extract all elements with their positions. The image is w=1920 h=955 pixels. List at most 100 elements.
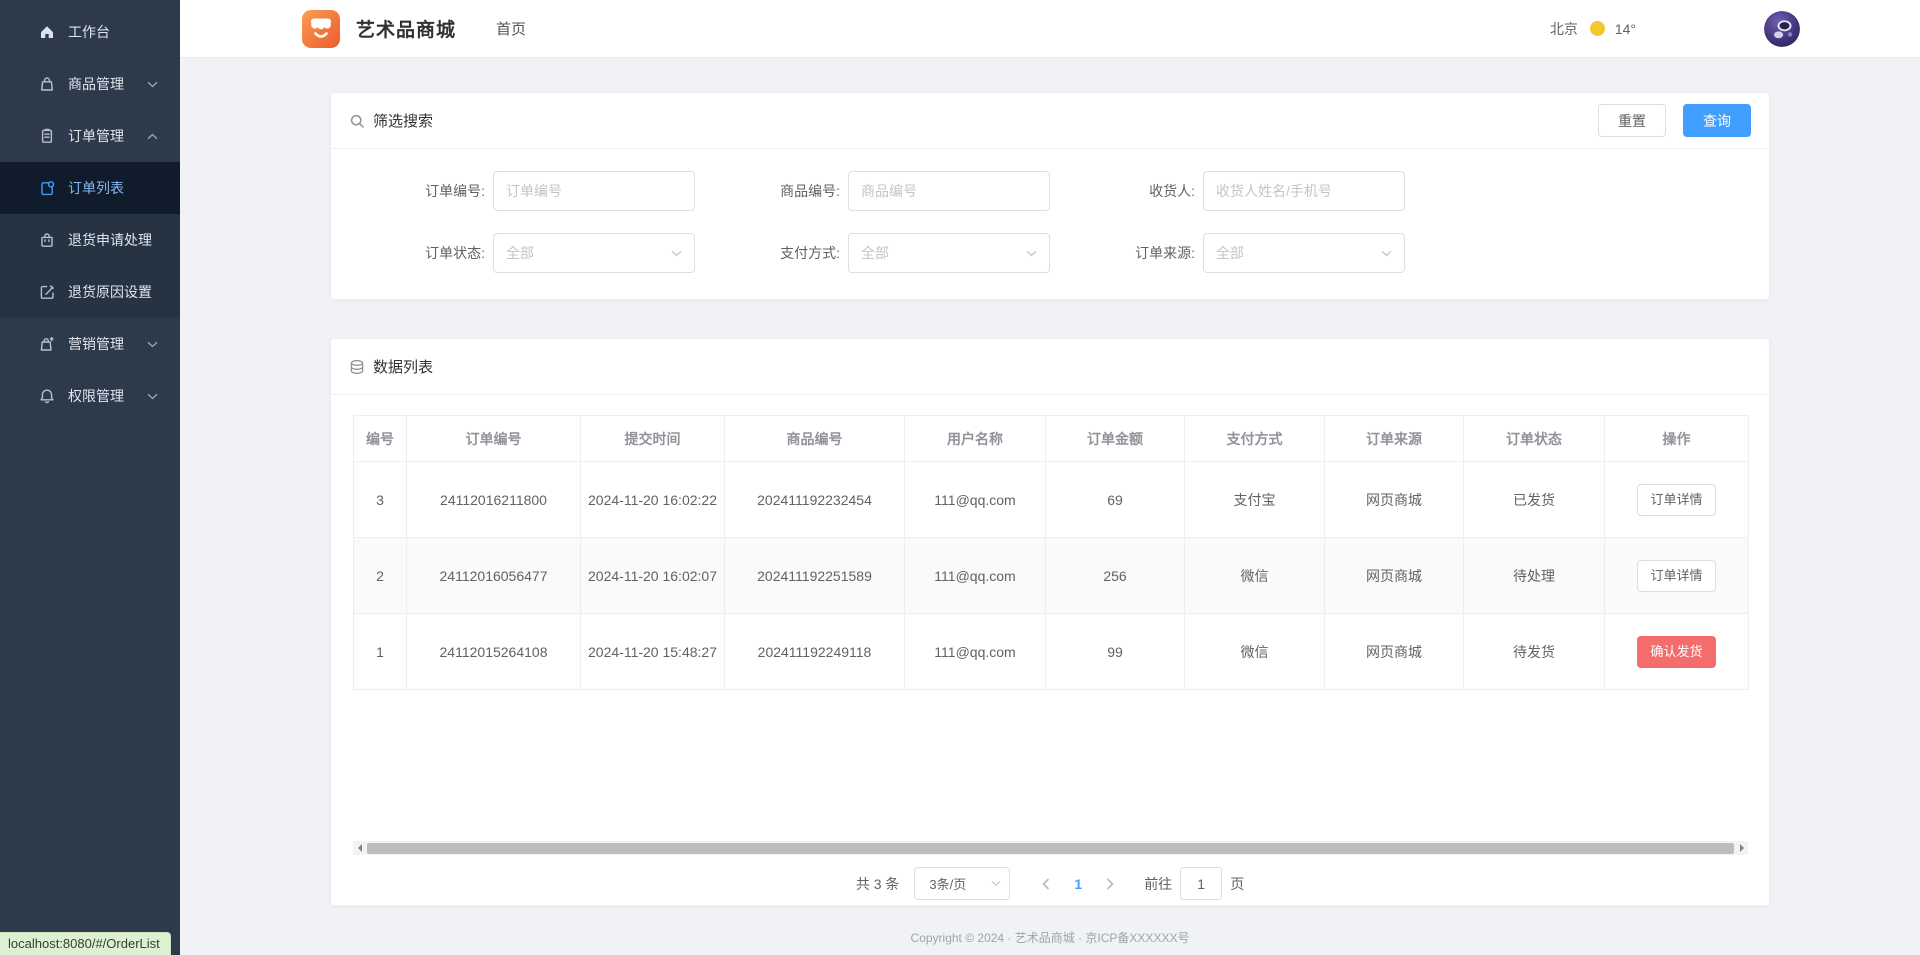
chevron-down-icon xyxy=(147,393,158,400)
cell-user: 111@qq.com xyxy=(904,613,1046,690)
cell-action: 订单详情 xyxy=(1604,537,1749,614)
parcel-bag-icon xyxy=(38,231,56,249)
cell-id: 1 xyxy=(353,613,407,690)
chevron-down-icon xyxy=(671,250,682,257)
order-no-input[interactable] xyxy=(493,171,695,211)
table-zone: 编号 订单编号 提交时间 商品编号 用户名称 订单金额 支付方式 订单来源 订单… xyxy=(353,415,1749,855)
chevron-down-icon xyxy=(1381,250,1392,257)
table-header-row: 编号 订单编号 提交时间 商品编号 用户名称 订单金额 支付方式 订单来源 订单… xyxy=(353,415,1749,462)
current-page[interactable]: 1 xyxy=(1064,876,1092,892)
sidebar-item-order-mgmt[interactable]: 订单管理 xyxy=(0,110,180,162)
header-right: 北京 14° xyxy=(1550,10,1800,47)
select-value: 全部 xyxy=(1216,245,1244,261)
cell-pay: 支付宝 xyxy=(1184,461,1325,538)
scrollbar-left-arrow[interactable] xyxy=(353,841,366,855)
cell-id: 3 xyxy=(353,461,407,538)
app-window: 工作台 商品管理 订单管理 订单列表 退货申请处理 退货原因设置 营销管理 权限… xyxy=(0,0,1920,955)
field-label: 订单状态: xyxy=(425,245,485,261)
chevron-up-icon xyxy=(147,133,158,140)
chevron-down-icon xyxy=(1026,250,1037,257)
user-avatar[interactable] xyxy=(1764,10,1800,47)
horizontal-scrollbar[interactable] xyxy=(353,841,1748,855)
cell-order-no: 24112016211800 xyxy=(406,461,581,538)
filter-actions: 重置 查询 xyxy=(1598,104,1751,137)
sidebar-item-product-mgmt[interactable]: 商品管理 xyxy=(0,58,180,110)
col-header: 操作 xyxy=(1604,415,1749,462)
order-source-select[interactable]: 全部 xyxy=(1203,233,1405,273)
pay-method-select[interactable]: 全部 xyxy=(848,233,1050,273)
cell-status: 已发货 xyxy=(1463,461,1605,538)
select-value: 全部 xyxy=(506,245,534,261)
cell-source: 网页商城 xyxy=(1324,613,1464,690)
sidebar-item-marketing-mgmt[interactable]: 营销管理 xyxy=(0,318,180,370)
col-header: 订单编号 xyxy=(406,415,581,462)
table-row: 3 24112016211800 2024-11-20 16:02:22 202… xyxy=(353,461,1749,538)
order-status-select[interactable]: 全部 xyxy=(493,233,695,273)
cell-status: 待发货 xyxy=(1463,613,1605,690)
field-receiver: 收货人: xyxy=(1050,171,1405,211)
bag-upload-icon xyxy=(38,335,56,353)
sidebar-item-return-requests[interactable]: 退货申请处理 xyxy=(0,214,180,266)
reset-button[interactable]: 重置 xyxy=(1598,104,1666,137)
divider xyxy=(331,394,1769,395)
cell-amount: 256 xyxy=(1045,537,1185,614)
browser-status-bubble: localhost:8080/#/OrderList xyxy=(0,932,171,955)
sidebar-item-label: 退货原因设置 xyxy=(68,284,152,300)
sidebar-item-label: 退货申请处理 xyxy=(68,232,152,248)
col-header: 商品编号 xyxy=(724,415,905,462)
sidebar-item-permission-mgmt[interactable]: 权限管理 xyxy=(0,370,180,422)
field-order-source: 订单来源: 全部 xyxy=(1050,233,1405,273)
main-content: 筛选搜索 重置 查询 订单编号: 商品编号: xyxy=(180,58,1920,955)
cell-order-no: 24112016056477 xyxy=(406,537,581,614)
sidebar-item-workbench[interactable]: 工作台 xyxy=(0,6,180,58)
product-no-input[interactable] xyxy=(848,171,1050,211)
confirm-ship-button[interactable]: 确认发货 xyxy=(1637,635,1716,668)
data-card-header: 数据列表 xyxy=(331,339,1769,394)
cell-amount: 69 xyxy=(1045,461,1185,538)
pagination-total: 共 3 条 xyxy=(855,875,900,892)
page-size-value: 3条/页 xyxy=(929,877,967,892)
receiver-input[interactable] xyxy=(1203,171,1405,211)
table-row: 2 24112016056477 2024-11-20 16:02:07 202… xyxy=(353,537,1749,614)
cell-submitted: 2024-11-20 16:02:07 xyxy=(580,537,725,614)
database-icon xyxy=(349,359,365,375)
page-size-select[interactable]: 3条/页 xyxy=(914,867,1011,900)
order-detail-button[interactable]: 订单详情 xyxy=(1637,483,1716,516)
cell-source: 网页商城 xyxy=(1324,537,1464,614)
col-header: 支付方式 xyxy=(1184,415,1325,462)
nav-home-link[interactable]: 首页 xyxy=(496,18,526,39)
order-detail-button[interactable]: 订单详情 xyxy=(1637,559,1716,592)
weather-temp: 14° xyxy=(1614,20,1636,37)
filter-row-2: 订单状态: 全部 支付方式: 全部 订单来源: 全部 xyxy=(340,233,1769,273)
next-page-button[interactable] xyxy=(1092,877,1128,890)
brand-link[interactable]: 艺术品商城 xyxy=(302,9,456,48)
scrollbar-right-arrow[interactable] xyxy=(1735,841,1748,855)
col-header: 提交时间 xyxy=(580,415,725,462)
goto-page-input[interactable] xyxy=(1180,867,1223,900)
clipboard-icon xyxy=(38,127,56,145)
query-button[interactable]: 查询 xyxy=(1683,104,1751,137)
cell-amount: 99 xyxy=(1045,613,1185,690)
col-header: 编号 xyxy=(353,415,407,462)
sidebar-item-order-list[interactable]: 订单列表 xyxy=(0,162,180,214)
sidebar-submenu-orders: 订单列表 退货申请处理 退货原因设置 xyxy=(0,162,180,318)
field-pay-method: 支付方式: 全部 xyxy=(695,233,1050,273)
sidebar-item-label: 权限管理 xyxy=(68,388,124,404)
weather-city: 北京 xyxy=(1549,20,1578,37)
scrollbar-thumb[interactable] xyxy=(367,842,1734,854)
field-label: 收货人: xyxy=(1149,183,1195,199)
col-header: 用户名称 xyxy=(904,415,1046,462)
filter-row-1: 订单编号: 商品编号: 收货人: xyxy=(340,171,1769,211)
field-label: 支付方式: xyxy=(780,245,840,261)
top-header: 艺术品商城 首页 北京 14° xyxy=(180,0,1920,58)
weather-widget: 北京 14° xyxy=(1550,19,1636,39)
sidebar-item-label: 工作台 xyxy=(68,24,110,40)
col-header: 订单状态 xyxy=(1463,415,1605,462)
prev-page-button[interactable] xyxy=(1028,877,1064,890)
sidebar-item-return-reasons[interactable]: 退货原因设置 xyxy=(0,266,180,318)
sun-icon xyxy=(1589,21,1605,36)
cell-order-no: 24112015264108 xyxy=(406,613,581,690)
goto-page: 前往 页 xyxy=(1144,867,1244,900)
goto-label: 前往 xyxy=(1144,875,1173,892)
col-header: 订单来源 xyxy=(1324,415,1464,462)
